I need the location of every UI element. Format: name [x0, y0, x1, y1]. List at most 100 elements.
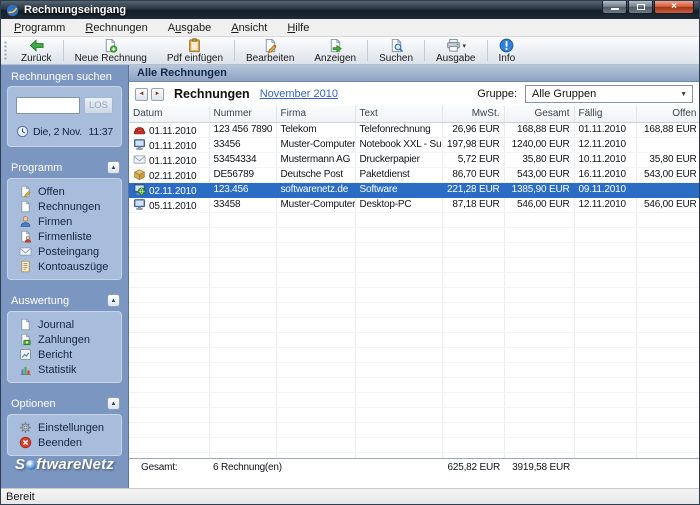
empty-cell [442, 302, 505, 318]
toolbar-button-label: Pdf einfügen [166, 53, 224, 64]
collapse-button[interactable]: ▲ [107, 397, 120, 410]
logo-text: S [14, 456, 26, 473]
month-link[interactable]: November 2010 [260, 88, 338, 100]
cell-nummer: 123.456 [209, 182, 277, 198]
next-month-button[interactable]: ► [151, 87, 164, 101]
empty-cell [636, 332, 699, 348]
maximize-button[interactable] [628, 1, 653, 14]
search-input[interactable] [16, 97, 80, 114]
cell-datum: 01.11.2010 [129, 122, 210, 138]
collapse-button[interactable]: ▲ [107, 161, 120, 174]
sidebar-item-statistik[interactable]: Statistik [13, 362, 116, 377]
window-controls: × [602, 1, 694, 14]
sidebar-item-posteingang[interactable]: Posteingang [13, 244, 116, 259]
sidebar-item-einstellungen[interactable]: Einstellungen [13, 420, 116, 435]
sidebar-item-rechnungen[interactable]: Rechnungen [13, 199, 116, 214]
toolbar-neue-rechnung-button[interactable]: Neue Rechnung [65, 37, 157, 64]
cell-mwst: 5,72 EUR [442, 152, 505, 168]
minimize-button[interactable] [602, 1, 627, 14]
empty-cell [276, 332, 356, 348]
empty-row [129, 317, 699, 333]
mail-icon [133, 153, 146, 166]
sidebar-item-zahlungen[interactable]: Zahlungen [13, 332, 116, 347]
invoice-row[interactable]: 02.11.2010 DE56789 Deutsche Post Paketdiens… [129, 167, 699, 183]
cell-offen: 168,88 EUR [636, 122, 699, 138]
collapse-button[interactable]: ▲ [107, 294, 120, 307]
empty-cell [574, 257, 637, 273]
clipboard-icon [187, 38, 202, 53]
sidebar-item-offen[interactable]: Offen [13, 184, 116, 199]
invoice-row[interactable]: 05.11.2010 33458 Muster-Computer Desktop-PC… [129, 197, 699, 213]
sidebar-item-beenden[interactable]: Beenden [13, 435, 116, 450]
cell-faellig: 09.11.2010 [574, 182, 637, 198]
empty-cell [504, 287, 575, 303]
invoice-row[interactable]: 01.11.2010 33456 Muster-Computer Notebook X… [129, 137, 699, 153]
list-title: Rechnungen [174, 87, 250, 101]
close-button[interactable]: × [654, 1, 694, 14]
cell-faellig: 12.11.2010 [574, 197, 637, 213]
toolbar-bearbeiten-button[interactable]: Bearbeiten [236, 37, 304, 64]
cell-datum: 01.11.2010 [129, 137, 210, 153]
arrow-right-icon: ► [154, 91, 161, 97]
toolbar-zurueck-button[interactable]: Zurück [11, 37, 62, 64]
empty-cell [442, 347, 505, 363]
doc-icon [19, 318, 32, 331]
invoice-row[interactable]: 01.11.2010 123 456 7890 Telekom Telefonrech… [129, 122, 699, 138]
empty-cell [276, 257, 356, 273]
invoice-row[interactable]: 01.11.2010 53454334 Mustermann AG Druckerpa… [129, 152, 699, 168]
sidebar-item-label: Zahlungen [38, 333, 90, 346]
toolbar-separator [62, 40, 64, 61]
empty-cell [574, 437, 637, 453]
empty-cell [276, 212, 356, 228]
sidebar-item-kontoauszuege[interactable]: Kontoauszüge [13, 259, 116, 274]
column-header-nummer[interactable]: Nummer [209, 106, 277, 123]
cell-offen [636, 137, 699, 153]
status-text: Bereit [6, 490, 35, 503]
toolbar-pdf-einfuegen-button[interactable]: Pdf einfügen [157, 37, 233, 64]
column-header-mwst[interactable]: MwSt. [442, 106, 505, 123]
group-dropdown[interactable]: Alle Gruppen ▼ [525, 85, 693, 103]
column-header-text[interactable]: Text [355, 106, 443, 123]
person-icon [19, 215, 32, 228]
empty-cell [636, 407, 699, 423]
menu-item-rechnungen[interactable]: Rechnungen [75, 21, 157, 35]
column-header-firma[interactable]: Firma [276, 106, 356, 123]
empty-cell [442, 332, 505, 348]
main-panel: Alle Rechnungen ◄ ► Rechnungen November … [128, 65, 699, 488]
column-header-faellig[interactable]: Fällig [574, 106, 637, 123]
toolbar-ausgabe-button[interactable]: ▾ Ausgabe [426, 37, 485, 64]
toolbar-anzeigen-button[interactable]: Anzeigen [304, 37, 366, 64]
empty-cell [355, 212, 443, 228]
cell-firma: Muster-Computer [276, 197, 356, 213]
cell-faellig: 10.11.2010 [574, 152, 637, 168]
menu-item-hilfe[interactable]: Hilfe [277, 21, 319, 35]
totals-label: Gesamt: [141, 461, 178, 473]
sidebar-item-firmen[interactable]: Firmen [13, 214, 116, 229]
cell-mwst: 221,28 EUR [442, 182, 505, 198]
invoice-row[interactable]: 02.11.2010 123.456 softwarenetz.de Software… [129, 182, 699, 198]
sidebar-item-firmenliste[interactable]: Firmenliste [13, 229, 116, 244]
menu-item-ausgabe[interactable]: Ausgabe [158, 21, 221, 35]
empty-cell [636, 302, 699, 318]
statusbar: Bereit [1, 488, 699, 504]
toolbar-suchen-button[interactable]: Suchen [369, 37, 423, 64]
toolbar-separator [234, 40, 236, 61]
toolbar-info-button[interactable]: Info [489, 37, 526, 64]
computer-icon [133, 198, 146, 211]
empty-cell [504, 212, 575, 228]
prev-month-button[interactable]: ◄ [135, 87, 148, 101]
menu-item-ansicht[interactable]: Ansicht [221, 21, 277, 35]
empty-cell [636, 242, 699, 258]
column-header-gesamt[interactable]: Gesamt [504, 106, 575, 123]
cell-gesamt: 543,00 EUR [504, 167, 575, 183]
column-header-offen[interactable]: Offen [636, 106, 699, 123]
empty-cell [129, 392, 210, 408]
toolbar-button-label: Neue Rechnung [74, 53, 147, 64]
search-go-button[interactable]: LOS [84, 97, 113, 114]
column-header-datum[interactable]: Datum [129, 106, 210, 123]
sidebar-item-journal[interactable]: Journal [13, 317, 116, 332]
quit-icon [19, 436, 32, 449]
empty-cell [209, 362, 277, 378]
sidebar-item-bericht[interactable]: Bericht [13, 347, 116, 362]
menu-item-programm[interactable]: Programm [4, 21, 75, 35]
